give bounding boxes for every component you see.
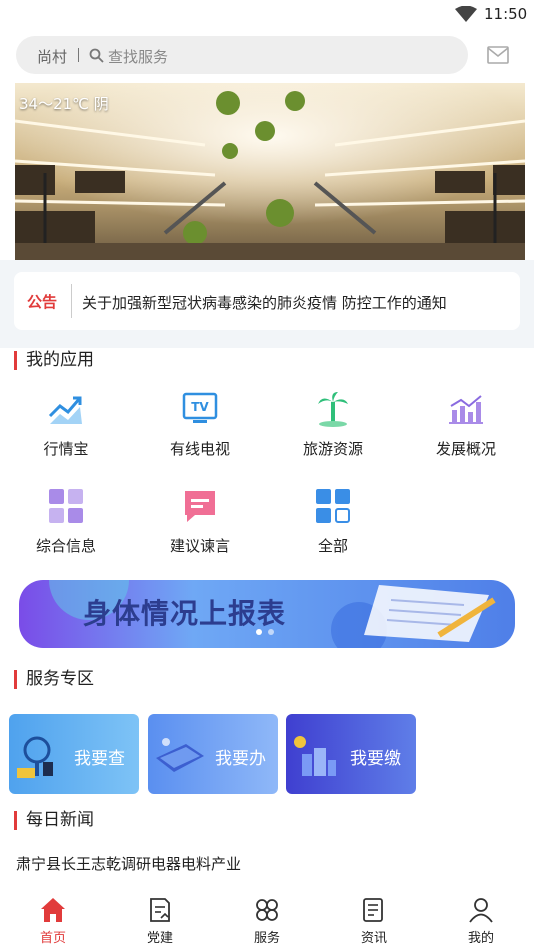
app-label: 全部 xyxy=(317,537,348,555)
daily-news-title: 每日新闻 xyxy=(14,811,94,830)
app-development[interactable]: 发展概况 xyxy=(416,390,516,470)
all-grid-icon xyxy=(316,489,350,523)
app-hangqingbao[interactable]: 行情宝 xyxy=(16,390,116,470)
home-icon xyxy=(41,898,65,922)
mail-icon[interactable] xyxy=(487,46,509,64)
notice-card[interactable]: 公告 关于加强新型冠状病毒感染的肺炎疫情 防控工作的通知 xyxy=(14,272,520,330)
coin-building-icon xyxy=(294,736,336,776)
service-label: 我要查 xyxy=(74,749,125,769)
tab-mine[interactable]: 我的 xyxy=(441,890,521,949)
user-icon xyxy=(469,898,493,923)
app-tourism[interactable]: 旅游资源 xyxy=(283,390,383,470)
bottom-nav: 首页 党建 服务 资讯 我的 xyxy=(0,890,534,949)
search-divider xyxy=(78,48,79,62)
service-label: 我要缴 xyxy=(350,749,401,769)
tab-home[interactable]: 首页 xyxy=(13,890,93,949)
notice-text[interactable]: 关于加强新型冠状病毒感染的肺炎疫情 防控工作的通知 xyxy=(82,292,447,313)
search-input[interactable]: 查找服务 xyxy=(108,46,168,67)
app-suggestions[interactable]: 建议谏言 xyxy=(150,487,250,567)
app-label: 建议谏言 xyxy=(169,537,230,555)
trend-chart-icon xyxy=(48,396,82,424)
search-row: 尚村 查找服务 xyxy=(0,30,534,80)
tab-party[interactable]: 党建 xyxy=(120,890,200,949)
tab-news[interactable]: 资讯 xyxy=(334,890,414,949)
party-doc-icon xyxy=(150,898,170,922)
app-label: 发展概况 xyxy=(435,440,496,458)
tab-label: 我的 xyxy=(467,931,494,946)
app-label: 行情宝 xyxy=(43,440,89,458)
notice-tag: 公告 xyxy=(27,293,58,311)
grid-info-icon xyxy=(49,489,83,523)
app-cable-tv[interactable]: TV 有线电视 xyxy=(150,390,250,470)
service-zone-title: 服务专区 xyxy=(14,670,94,689)
app-label: 综合信息 xyxy=(35,537,96,555)
status-bar: 11:50 xyxy=(0,0,534,30)
tab-label: 首页 xyxy=(39,931,66,946)
tab-services[interactable]: 服务 xyxy=(227,890,307,949)
weather-label: 34～21℃ 阴 xyxy=(19,95,109,113)
tab-label: 资讯 xyxy=(360,931,387,946)
app-general-info[interactable]: 综合信息 xyxy=(16,487,116,567)
search-bar[interactable]: 尚村 查找服务 xyxy=(16,36,468,74)
service-apply[interactable]: 我要办 xyxy=(148,714,278,794)
app-label: 旅游资源 xyxy=(302,440,363,458)
my-apps-title: 我的应用 xyxy=(14,351,94,370)
bar-growth-icon xyxy=(449,395,483,424)
report-banner-title: 身体情况上报表 xyxy=(83,597,287,630)
village-selector[interactable]: 尚村 xyxy=(37,46,67,67)
message-icon xyxy=(185,491,215,522)
tab-label: 党建 xyxy=(146,931,173,946)
news-item[interactable]: 肃宁县长王志乾调研电器电料产业 xyxy=(16,853,241,874)
app-label: 有线电视 xyxy=(169,440,230,458)
status-time: 11:50 xyxy=(484,5,528,23)
mall-banner[interactable]: 34～21℃ 阴 xyxy=(15,83,525,260)
tab-label: 服务 xyxy=(253,931,280,946)
wifi-icon xyxy=(455,6,477,22)
palm-tree-icon xyxy=(318,392,348,427)
news-icon xyxy=(363,898,383,922)
app-all[interactable]: 全部 xyxy=(283,487,383,567)
laptop-illustration-icon xyxy=(156,738,204,772)
health-report-banner[interactable]: 身体情况上报表 xyxy=(19,580,515,648)
tv-icon: TV xyxy=(182,392,218,423)
service-pay[interactable]: 我要缴 xyxy=(286,714,416,794)
notice-divider xyxy=(71,284,72,318)
magnifier-illustration-icon xyxy=(17,736,53,778)
service-label: 我要办 xyxy=(215,749,266,769)
search-icon xyxy=(89,48,104,63)
services-icon xyxy=(256,899,278,921)
service-query[interactable]: 我要查 xyxy=(9,714,139,794)
svg-text:TV: TV xyxy=(191,400,209,414)
